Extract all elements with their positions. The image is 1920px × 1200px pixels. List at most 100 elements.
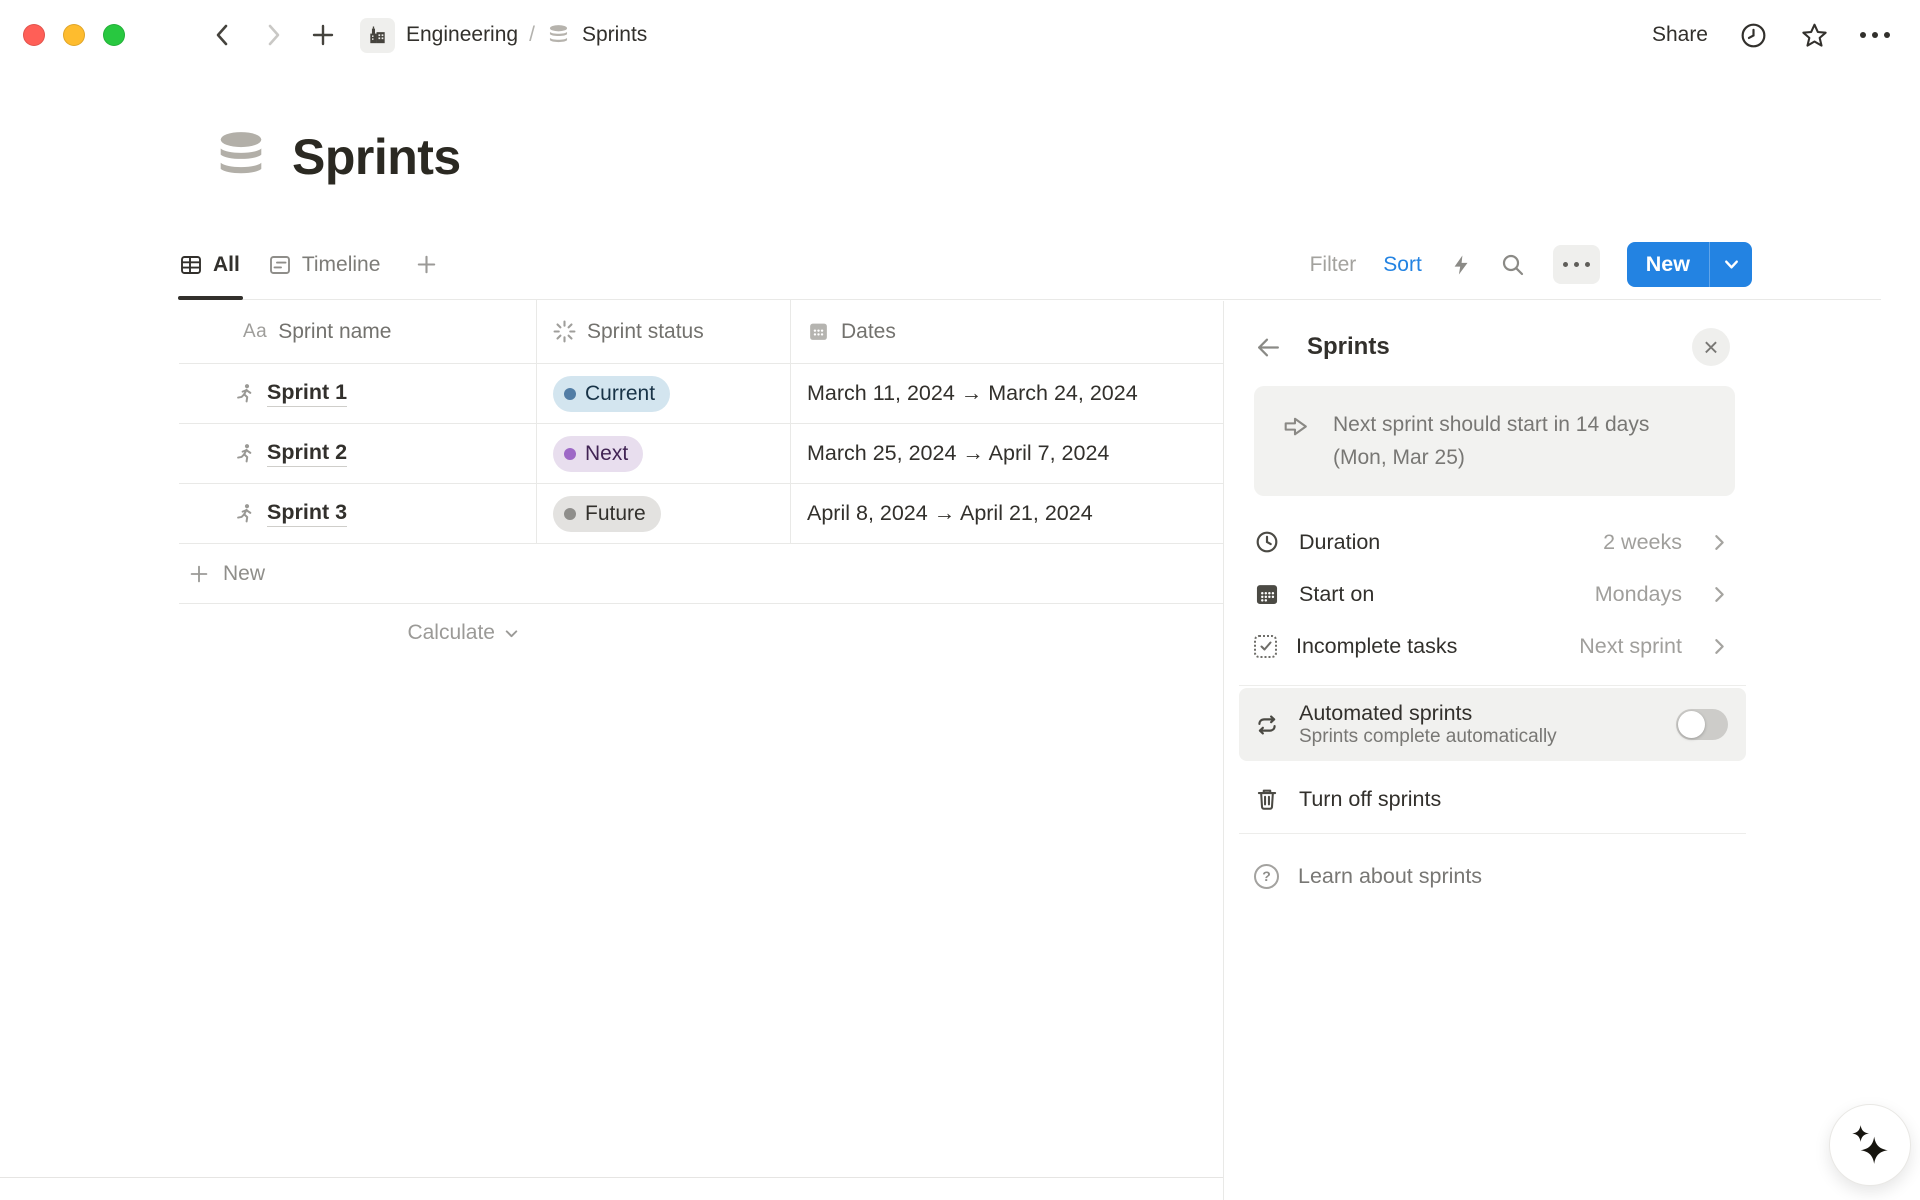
breadcrumb-workspace[interactable]: Engineering — [406, 23, 518, 47]
column-label: Sprint name — [278, 320, 391, 344]
search-icon[interactable] — [1500, 252, 1526, 278]
next-sprint-notice: Next sprint should start in 14 days (Mon… — [1254, 386, 1735, 496]
status-pill[interactable]: Next — [553, 436, 643, 472]
calculate-label: Calculate — [407, 621, 495, 645]
dates-cell[interactable]: April 8, 2024 → April 21, 2024 — [791, 484, 1223, 543]
breadcrumb-separator: / — [529, 23, 535, 47]
status-label: Future — [585, 502, 646, 526]
status-pill[interactable]: Current — [553, 376, 670, 412]
column-header-sprint-name[interactable]: Aa Sprint name — [179, 300, 537, 363]
timeline-view-icon — [268, 253, 292, 277]
new-row-button[interactable]: New — [179, 544, 1223, 604]
automations-bolt-icon[interactable] — [1449, 253, 1473, 277]
setting-duration[interactable]: Duration 2 weeks — [1254, 516, 1746, 568]
sort-button[interactable]: Sort — [1383, 253, 1422, 277]
chevron-right-icon — [1713, 636, 1726, 657]
status-dot — [564, 448, 576, 460]
automated-sprints-description: Sprints complete automatically — [1299, 726, 1557, 747]
new-button: New — [1627, 242, 1752, 287]
status-dot — [564, 388, 576, 400]
sprint-settings-panel: Sprints × Next sprint should start in 14… — [1223, 301, 1920, 1200]
status-icon — [553, 320, 576, 343]
runner-icon — [233, 442, 256, 465]
text-icon: Aa — [243, 321, 267, 343]
new-page-icon[interactable] — [310, 22, 336, 48]
calculate-button[interactable]: Calculate — [179, 604, 537, 662]
setting-label: Incomplete tasks — [1296, 634, 1457, 659]
page-database-icon[interactable] — [212, 128, 270, 186]
sidebar-menu-icon[interactable] — [160, 26, 186, 45]
dates-cell[interactable]: March 11, 2024 → March 24, 2024 — [791, 364, 1223, 423]
ai-sparkles-button[interactable] — [1829, 1104, 1911, 1186]
zoom-window-button[interactable] — [103, 24, 125, 46]
arrow-right-outline-icon — [1280, 411, 1311, 474]
panel-title: Sprints — [1307, 333, 1390, 361]
automated-sprints-row[interactable]: Automated sprints Sprints complete autom… — [1239, 688, 1746, 761]
traffic-lights — [23, 24, 125, 46]
setting-value: Next sprint — [1579, 634, 1682, 659]
trash-icon — [1254, 786, 1280, 812]
column-header-sprint-status[interactable]: Sprint status — [537, 300, 791, 363]
close-window-button[interactable] — [23, 24, 45, 46]
learn-about-sprints-row[interactable]: ? Learn about sprints — [1254, 848, 1746, 904]
add-view-plus-icon[interactable] — [414, 230, 439, 299]
setting-label: Duration — [1299, 530, 1380, 555]
tab-all[interactable]: All — [179, 230, 240, 299]
new-button-chevron-down-icon[interactable] — [1710, 242, 1752, 287]
filter-button[interactable]: Filter — [1310, 253, 1357, 277]
table-row: Sprint 1 Current March 11, 2024 → March … — [179, 364, 1223, 424]
sprint-name-link[interactable]: Sprint 3 — [267, 500, 347, 527]
breadcrumb-page[interactable]: Sprints — [582, 23, 647, 47]
view-bar: All Timeline Filter Sort — [179, 230, 1881, 300]
panel-close-icon[interactable]: × — [1692, 328, 1730, 366]
tab-timeline-label: Timeline — [302, 253, 381, 277]
new-row-label: New — [223, 562, 265, 586]
table-row: Sprint 2 Next March 25, 2024 → April 7, … — [179, 424, 1223, 484]
table-row: Sprint 3 Future April 8, 2024 → April 21… — [179, 484, 1223, 544]
setting-start-on[interactable]: Start on Mondays — [1254, 568, 1746, 620]
column-label: Sprint status — [587, 320, 704, 344]
favorite-star-icon[interactable] — [1799, 20, 1830, 51]
database-icon — [546, 23, 571, 48]
clock-icon — [1254, 529, 1280, 555]
automated-sprints-toggle[interactable] — [1676, 709, 1728, 740]
panel-back-arrow-icon[interactable] — [1254, 333, 1283, 362]
help-question-icon: ? — [1254, 864, 1279, 889]
sprints-table: Aa Sprint name Sprint status — [179, 300, 1223, 662]
more-options-icon[interactable] — [1860, 32, 1890, 38]
sprint-name-link[interactable]: Sprint 2 — [267, 440, 347, 467]
minimize-window-button[interactable] — [63, 24, 85, 46]
runner-icon — [233, 502, 256, 525]
share-button[interactable]: Share — [1652, 23, 1708, 47]
status-dot — [564, 508, 576, 520]
turn-off-sprints-label: Turn off sprints — [1299, 787, 1441, 812]
view-options-icon[interactable] — [1553, 245, 1600, 284]
sparkles-icon — [1847, 1122, 1893, 1168]
calendar-icon — [807, 320, 830, 343]
automated-sprints-label: Automated sprints — [1299, 701, 1472, 725]
setting-incomplete-tasks[interactable]: Incomplete tasks Next sprint — [1254, 620, 1746, 672]
column-header-dates[interactable]: Dates — [791, 300, 1223, 363]
status-label: Current — [585, 382, 655, 406]
content-bottom-divider — [0, 1177, 1224, 1178]
status-pill[interactable]: Future — [553, 496, 661, 532]
dates-cell[interactable]: March 25, 2024 → April 7, 2024 — [791, 424, 1223, 483]
tab-timeline[interactable]: Timeline — [268, 230, 381, 299]
sprint-name-link[interactable]: Sprint 1 — [267, 380, 347, 407]
new-button-label[interactable]: New — [1627, 242, 1709, 287]
plus-icon — [187, 562, 211, 586]
page-title[interactable]: Sprints — [292, 128, 461, 186]
turn-off-sprints-row[interactable]: Turn off sprints — [1254, 771, 1746, 827]
calendar-icon — [1254, 581, 1280, 607]
window-toolbar: Engineering / Sprints Share — [0, 0, 1920, 70]
chevron-right-icon — [1713, 532, 1726, 553]
notice-line2: (Mon, Mar 25) — [1333, 446, 1465, 469]
column-label: Dates — [841, 320, 896, 344]
chevron-down-icon — [503, 625, 520, 642]
updates-clock-icon[interactable] — [1738, 20, 1769, 51]
workspace-building-icon[interactable] — [360, 18, 395, 53]
forward-icon[interactable] — [260, 22, 286, 48]
divider — [1239, 685, 1746, 686]
status-label: Next — [585, 442, 628, 466]
back-icon[interactable] — [210, 22, 236, 48]
